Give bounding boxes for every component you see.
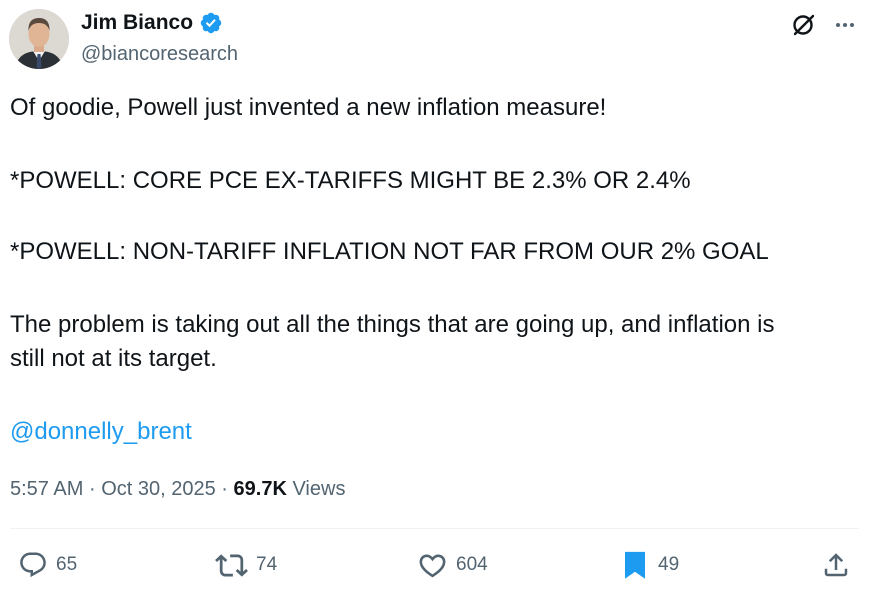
reply-count: 65 <box>56 554 78 575</box>
avatar-photo <box>9 9 69 69</box>
author-name-row[interactable]: Jim Bianco <box>81 11 223 35</box>
tweet: Jim Bianco @biancoresearch Of goodie, Po… <box>0 0 883 596</box>
more-button[interactable] <box>830 10 860 40</box>
bookmark-button[interactable]: 49 <box>620 548 679 582</box>
grok-button[interactable] <box>789 10 819 40</box>
views-count: 69.7K <box>233 478 287 500</box>
tweet-text-line: *POWELL: NON-TARIFF INFLATION NOT FAR FR… <box>10 238 769 265</box>
avatar[interactable] <box>9 9 69 69</box>
repost-button[interactable]: 74 <box>215 548 277 582</box>
like-count: 604 <box>456 554 488 575</box>
author-name[interactable]: Jim Bianco <box>81 11 193 35</box>
divider <box>10 528 859 529</box>
bookmark-icon <box>625 551 645 579</box>
share-button[interactable] <box>821 548 851 582</box>
tweet-text-line: Of goodie, Powell just invented a new in… <box>10 94 607 121</box>
reply-icon <box>20 552 46 578</box>
meta-separator: · <box>88 478 96 500</box>
tweet-meta: 5:57 AM · Oct 30, 2025 · 69.7K Views <box>10 475 345 503</box>
tweet-text-line: still not at its target. <box>10 345 217 372</box>
verified-badge-icon[interactable] <box>199 11 223 35</box>
share-icon <box>824 553 848 577</box>
bookmark-count: 49 <box>658 554 680 575</box>
like-icon <box>419 554 446 577</box>
tweet-text-line: *POWELL: CORE PCE EX-TARIFFS MIGHT BE 2.… <box>10 167 691 194</box>
tweet-time[interactable]: 5:57 AM <box>10 478 83 500</box>
repost-icon <box>215 553 248 577</box>
views-label: Views <box>292 478 346 500</box>
repost-count: 74 <box>256 554 278 575</box>
mention-link[interactable]: @donnelly_brent <box>10 417 192 447</box>
tweet-text-line: The problem is taking out all the things… <box>10 311 775 338</box>
author-handle[interactable]: @biancoresearch <box>81 43 238 66</box>
more-icon <box>836 23 854 27</box>
like-button[interactable]: 604 <box>417 548 488 582</box>
meta-separator: · <box>221 478 228 500</box>
tweet-date[interactable]: Oct 30, 2025 <box>101 478 216 500</box>
grok-icon <box>793 14 815 36</box>
reply-button[interactable]: 65 <box>18 548 77 582</box>
